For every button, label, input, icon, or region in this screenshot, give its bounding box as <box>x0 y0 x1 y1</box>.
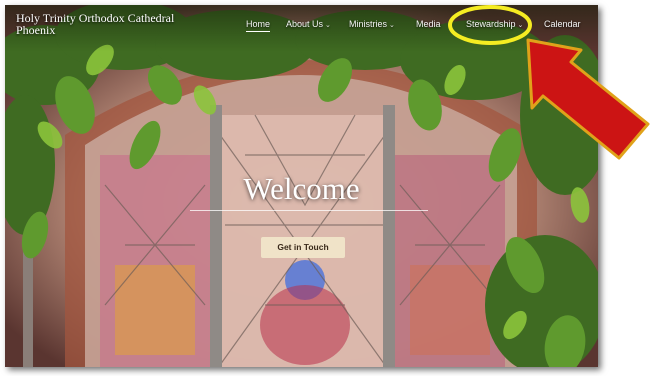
highlight-ellipse <box>448 5 532 45</box>
annotation-overlay <box>448 5 650 160</box>
red-arrow-icon <box>526 38 650 160</box>
